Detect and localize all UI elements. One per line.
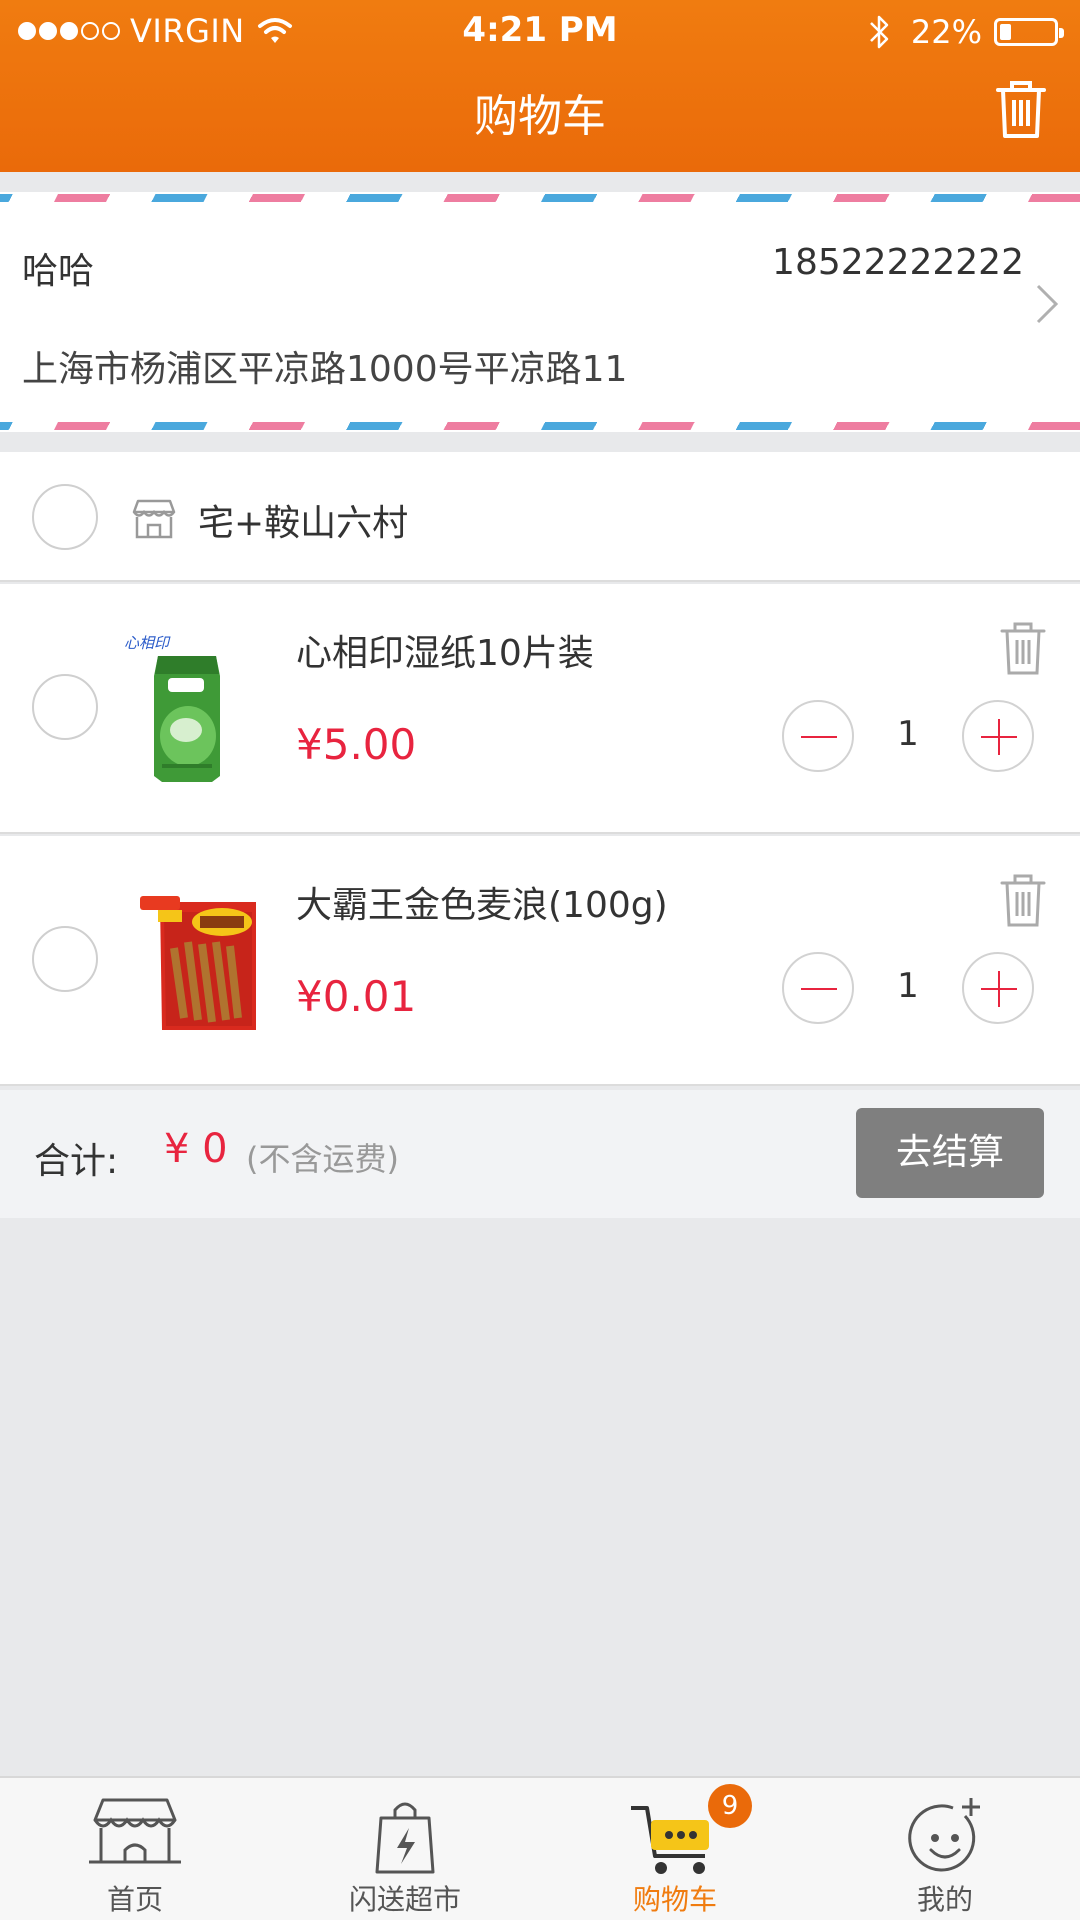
tab-home[interactable]: 首页	[0, 1778, 270, 1920]
tab-label: 闪送超市	[348, 1883, 461, 1916]
product-image-snack	[140, 896, 256, 1030]
airmail-stripe-top	[0, 194, 1080, 202]
cart-item: 心相印 心相印湿纸10片装 ¥5.00 1	[0, 584, 1080, 834]
recipient-phone: 18522222222	[772, 242, 1024, 283]
battery-icon	[994, 18, 1064, 46]
chevron-right-icon[interactable]	[1034, 282, 1060, 326]
battery-level	[1000, 24, 1011, 40]
decrease-quantity-button[interactable]	[782, 700, 854, 772]
address-line: 上海市杨浦区平凉路1000号平凉路11	[22, 349, 628, 390]
header: VIRGIN 4:21 PM 22% 购物车	[0, 0, 1080, 172]
store-icon	[132, 499, 176, 539]
status-bar: VIRGIN 4:21 PM 22%	[0, 0, 1080, 64]
product-name: 大霸王金色麦浪(100g)	[296, 885, 668, 926]
cart-item: 大霸王金色麦浪(100g) ¥0.01 1	[0, 836, 1080, 1086]
svg-text:心相印: 心相印	[124, 634, 171, 652]
page-title: 购物车	[474, 91, 606, 142]
quantity-value: 1	[897, 966, 919, 1006]
tab-bar: 首页 闪送超市 9 购物车 我的	[0, 1776, 1080, 1920]
storefront-icon	[89, 1798, 181, 1864]
delete-item-icon[interactable]	[998, 872, 1048, 928]
recipient-name: 哈哈	[22, 251, 95, 292]
tab-label: 首页	[106, 1883, 163, 1916]
product-image-wet-wipes: 心相印	[124, 634, 220, 782]
trash-icon[interactable]	[992, 78, 1050, 140]
bluetooth-icon	[869, 15, 889, 49]
tab-label: 购物车	[632, 1883, 717, 1916]
product-name: 心相印湿纸10片装	[296, 633, 594, 674]
store-name: 宅+鞍山六村	[198, 503, 409, 544]
total-label: 合计:	[34, 1141, 119, 1182]
tab-flash-market[interactable]: 闪送超市	[270, 1778, 540, 1920]
battery-percent: 22%	[910, 13, 982, 51]
item-select-radio[interactable]	[32, 674, 98, 740]
tab-cart[interactable]: 9 购物车	[540, 1778, 810, 1920]
smiley-icon	[908, 1798, 980, 1872]
decrease-quantity-button[interactable]	[782, 952, 854, 1024]
store-header: 宅+鞍山六村	[0, 452, 1080, 582]
cart-count-badge: 9	[708, 1784, 752, 1828]
product-price: ¥5.00	[296, 720, 417, 769]
airmail-stripe-bottom	[0, 422, 1080, 430]
delete-item-icon[interactable]	[998, 620, 1048, 676]
tab-profile[interactable]: 我的	[810, 1778, 1080, 1920]
total-bar: 合计: ¥ 0 (不含运费) 去结算	[0, 1090, 1080, 1218]
checkout-button[interactable]: 去结算	[856, 1108, 1044, 1198]
battery-tip	[1059, 28, 1064, 38]
total-value: ¥ 0	[164, 1126, 228, 1172]
quantity-value: 1	[897, 714, 919, 754]
product-price: ¥0.01	[296, 972, 417, 1021]
shopping-bag-icon	[375, 1802, 435, 1874]
delivery-address-card[interactable]: 哈哈 18522222222 上海市杨浦区平凉路1000号平凉路11	[0, 192, 1080, 432]
item-select-radio[interactable]	[32, 926, 98, 992]
status-right: 22%	[867, 12, 1064, 52]
shipping-note: (不含运费)	[246, 1140, 399, 1178]
store-select-radio[interactable]	[32, 484, 98, 550]
increase-quantity-button[interactable]	[962, 700, 1034, 772]
increase-quantity-button[interactable]	[962, 952, 1034, 1024]
tab-label: 我的	[916, 1883, 973, 1916]
